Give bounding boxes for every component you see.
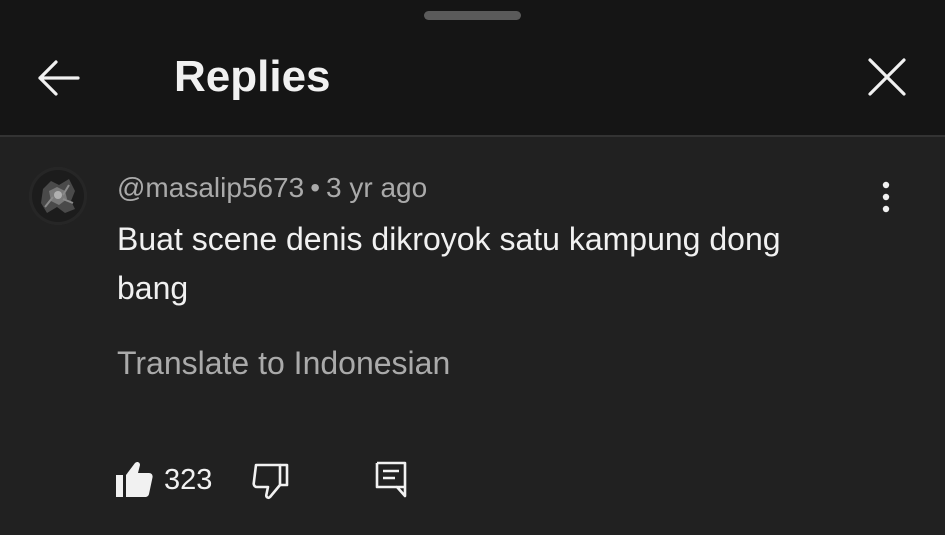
translate-link[interactable]: Translate to Indonesian [117,343,450,383]
avatar[interactable] [29,167,87,225]
replies-header: Replies [0,0,945,135]
comment-reply-icon [375,461,407,498]
drag-handle[interactable] [424,11,521,20]
more-options-button[interactable] [872,177,900,217]
avatar-image [29,167,87,225]
comment-text: Buat scene denis dikroyok satu kampung d… [117,221,781,306]
comment-item: @masalip5673 • 3 yr ago Buat scene denis d… [0,137,945,535]
more-vertical-icon [882,181,890,213]
like-count: 323 [164,464,213,496]
close-icon [868,58,906,96]
close-button[interactable] [866,56,908,98]
author-handle[interactable]: @masalip5673 [117,172,304,203]
back-button[interactable] [34,54,82,102]
thumb-down-icon [252,463,289,499]
dislike-button[interactable] [250,461,290,501]
reply-button[interactable] [371,459,411,499]
thumb-up-icon [116,461,153,497]
arrow-back-icon [38,60,80,96]
comment-actions: 323 [0,455,945,505]
comment-time: 3 yr ago [326,172,428,203]
replies-panel: Replies @masalip5673 • 3 yr ago Buat sce… [0,0,945,535]
page-title: Replies [174,52,331,101]
like-button[interactable] [114,459,154,499]
meta-separator: • [310,172,321,203]
comment-meta: @masalip5673 • 3 yr ago [117,171,427,205]
